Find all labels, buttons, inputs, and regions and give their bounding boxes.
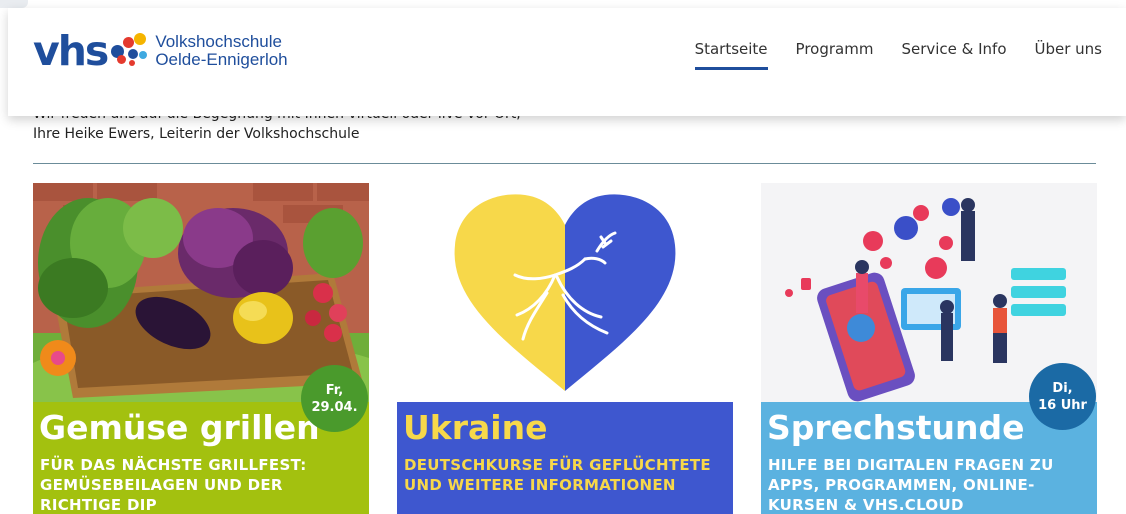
logo-text: Volkshochschule Oelde-Ennigerloh [155,33,287,69]
nav-startseite[interactable]: Startseite [694,40,768,70]
browser-corner [0,0,28,8]
nav-ueber-uns[interactable]: Über uns [1035,40,1103,68]
ukraine-heart-image [397,183,733,404]
logo-line-1: Volkshochschule [155,32,282,52]
card-subtitle: HILFE BEI DIGITALEN FRAGEN ZU APPS, PROG… [768,456,1054,514]
intro-line-2: Ihre Heike Ewers, Leiterin der Volkshoch… [33,126,360,142]
logo-mark: vhs [33,26,109,75]
card-title: Gemüse grillen [39,408,320,447]
logo-line-2: Oelde-Ennigerloh [155,50,288,69]
badge-day: Fr, [325,382,344,398]
badge-date: 29.04. [311,399,358,415]
time-badge: Di, 16 Uhr [1029,363,1096,430]
nav-programm[interactable]: Programm [796,40,874,68]
badge-time: 16 Uhr [1038,397,1087,413]
heart-icon [454,194,676,392]
card-subtitle: FÜR DAS NÄCHSTE GRILLFEST: GEMÜSEBEILAGE… [40,456,307,514]
divider [33,163,1096,164]
vhs-logo[interactable]: vhs Volkshochschule Oelde-Ennigerloh [33,26,288,76]
badge-day: Di, [1052,380,1073,396]
card-gemuese-grillen[interactable]: Fr, 29.04. Gemüse grillen FÜR DAS NÄCHST… [33,183,369,514]
nav-service-info[interactable]: Service & Info [901,40,1006,68]
card-sprechstunde[interactable]: Di, 16 Uhr Sprechstunde HILFE BEI DIGITA… [761,183,1097,514]
site-header: vhs Volkshochschule Oelde-Ennigerloh Sta… [8,8,1126,116]
date-badge: Fr, 29.04. [301,365,368,432]
card-subtitle: DEUTSCHKURSE FÜR GEFLÜCHTETE UND WEITERE… [404,456,711,494]
card-ukraine[interactable]: Ukraine DEUTSCHKURSE FÜR GEFLÜCHTETE UND… [397,183,733,514]
card-panel: Ukraine DEUTSCHKURSE FÜR GEFLÜCHTETE UND… [397,402,733,514]
card-title: Sprechstunde [767,408,1025,447]
card-title: Ukraine [403,408,548,447]
main-nav: Startseite Programm Service & Info Über … [694,40,1103,70]
logo-dots-icon [109,33,151,69]
